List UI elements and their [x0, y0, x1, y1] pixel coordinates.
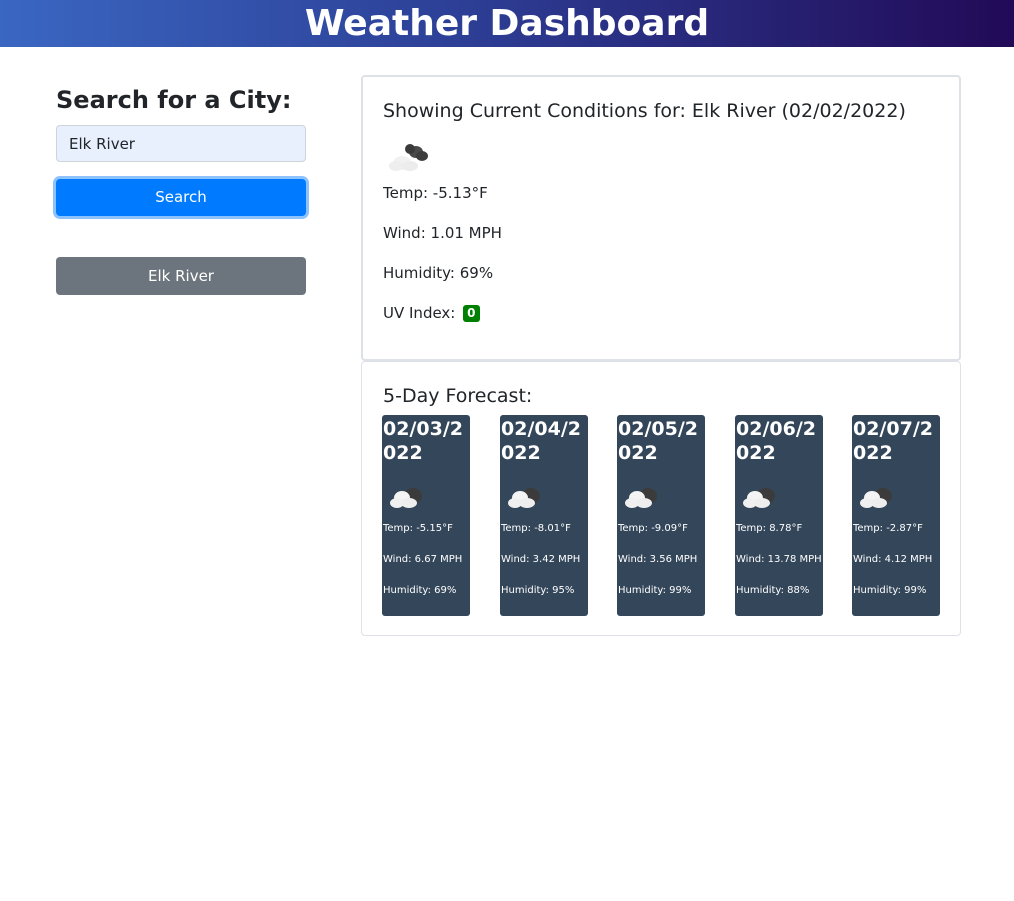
forecast-humidity: Humidity: 99% — [853, 585, 927, 596]
forecast-humidity: Humidity: 99% — [618, 585, 692, 596]
forecast-wind: Wind: 4.12 MPH — [853, 554, 933, 565]
city-search-input[interactable] — [56, 125, 306, 162]
forecast-temp: Temp: -5.15°F — [383, 523, 453, 534]
forecast-day-card: 02/05/2022 Temp: -9.09°F Wind: 3.56 MPH … — [617, 415, 705, 616]
forecast-day-card: 02/06/2022 Temp: 8.78°F Wind: 13.78 MPH … — [735, 415, 823, 616]
current-uv-row: UV Index: 0 — [383, 303, 480, 323]
forecast-humidity: Humidity: 69% — [383, 585, 457, 596]
forecast-humidity: Humidity: 95% — [501, 585, 575, 596]
history-button-elk-river[interactable]: Elk River — [56, 257, 306, 295]
forecast-date: 02/04/2022 — [501, 418, 581, 464]
forecast-temp: Temp: -2.87°F — [853, 523, 923, 534]
search-heading: Search for a City: — [56, 86, 292, 114]
current-humidity: Humidity: 69% — [383, 264, 494, 282]
forecast-date: 02/06/2022 — [736, 418, 816, 464]
forecast-date: 02/03/2022 — [383, 418, 463, 464]
forecast-humidity: Humidity: 88% — [736, 585, 810, 596]
forecast-card: 5-Day Forecast: 02/03/2022 Temp: -5.15°F… — [361, 361, 961, 636]
cloud-icon — [390, 488, 422, 508]
forecast-day-card: 02/03/2022 Temp: -5.15°F Wind: 6.67 MPH … — [382, 415, 470, 616]
page-header: Weather Dashboard — [0, 0, 1014, 47]
cloud-icon — [508, 488, 540, 508]
current-conditions-card: Showing Current Conditions for: Elk Rive… — [361, 75, 961, 361]
search-button[interactable]: Search — [56, 179, 306, 216]
forecast-temp: Temp: 8.78°F — [736, 523, 803, 534]
cloud-icon — [625, 488, 657, 508]
current-temp: Temp: -5.13°F — [383, 184, 488, 202]
uv-label: UV Index: — [383, 304, 456, 322]
forecast-wind: Wind: 13.78 MPH — [736, 554, 822, 565]
forecast-day-card: 02/04/2022 Temp: -8.01°F Wind: 3.42 MPH … — [500, 415, 588, 616]
forecast-title: 5-Day Forecast: — [383, 385, 533, 407]
uv-index-badge: 0 — [463, 305, 480, 322]
cloud-icon — [389, 144, 428, 171]
forecast-wind: Wind: 3.42 MPH — [501, 554, 581, 565]
forecast-date: 02/07/2022 — [853, 418, 933, 464]
forecast-wind: Wind: 3.56 MPH — [618, 554, 698, 565]
forecast-wind: Wind: 6.67 MPH — [383, 554, 463, 565]
current-wind: Wind: 1.01 MPH — [383, 224, 502, 242]
forecast-day-card: 02/07/2022 Temp: -2.87°F Wind: 4.12 MPH … — [852, 415, 940, 616]
forecast-temp: Temp: -9.09°F — [618, 523, 688, 534]
page-title: Weather Dashboard — [304, 3, 710, 44]
cloud-icon — [743, 488, 775, 508]
current-conditions-title: Showing Current Conditions for: Elk Rive… — [383, 100, 906, 122]
cloud-icon — [860, 488, 892, 508]
forecast-temp: Temp: -8.01°F — [501, 523, 571, 534]
forecast-date: 02/05/2022 — [618, 418, 698, 464]
